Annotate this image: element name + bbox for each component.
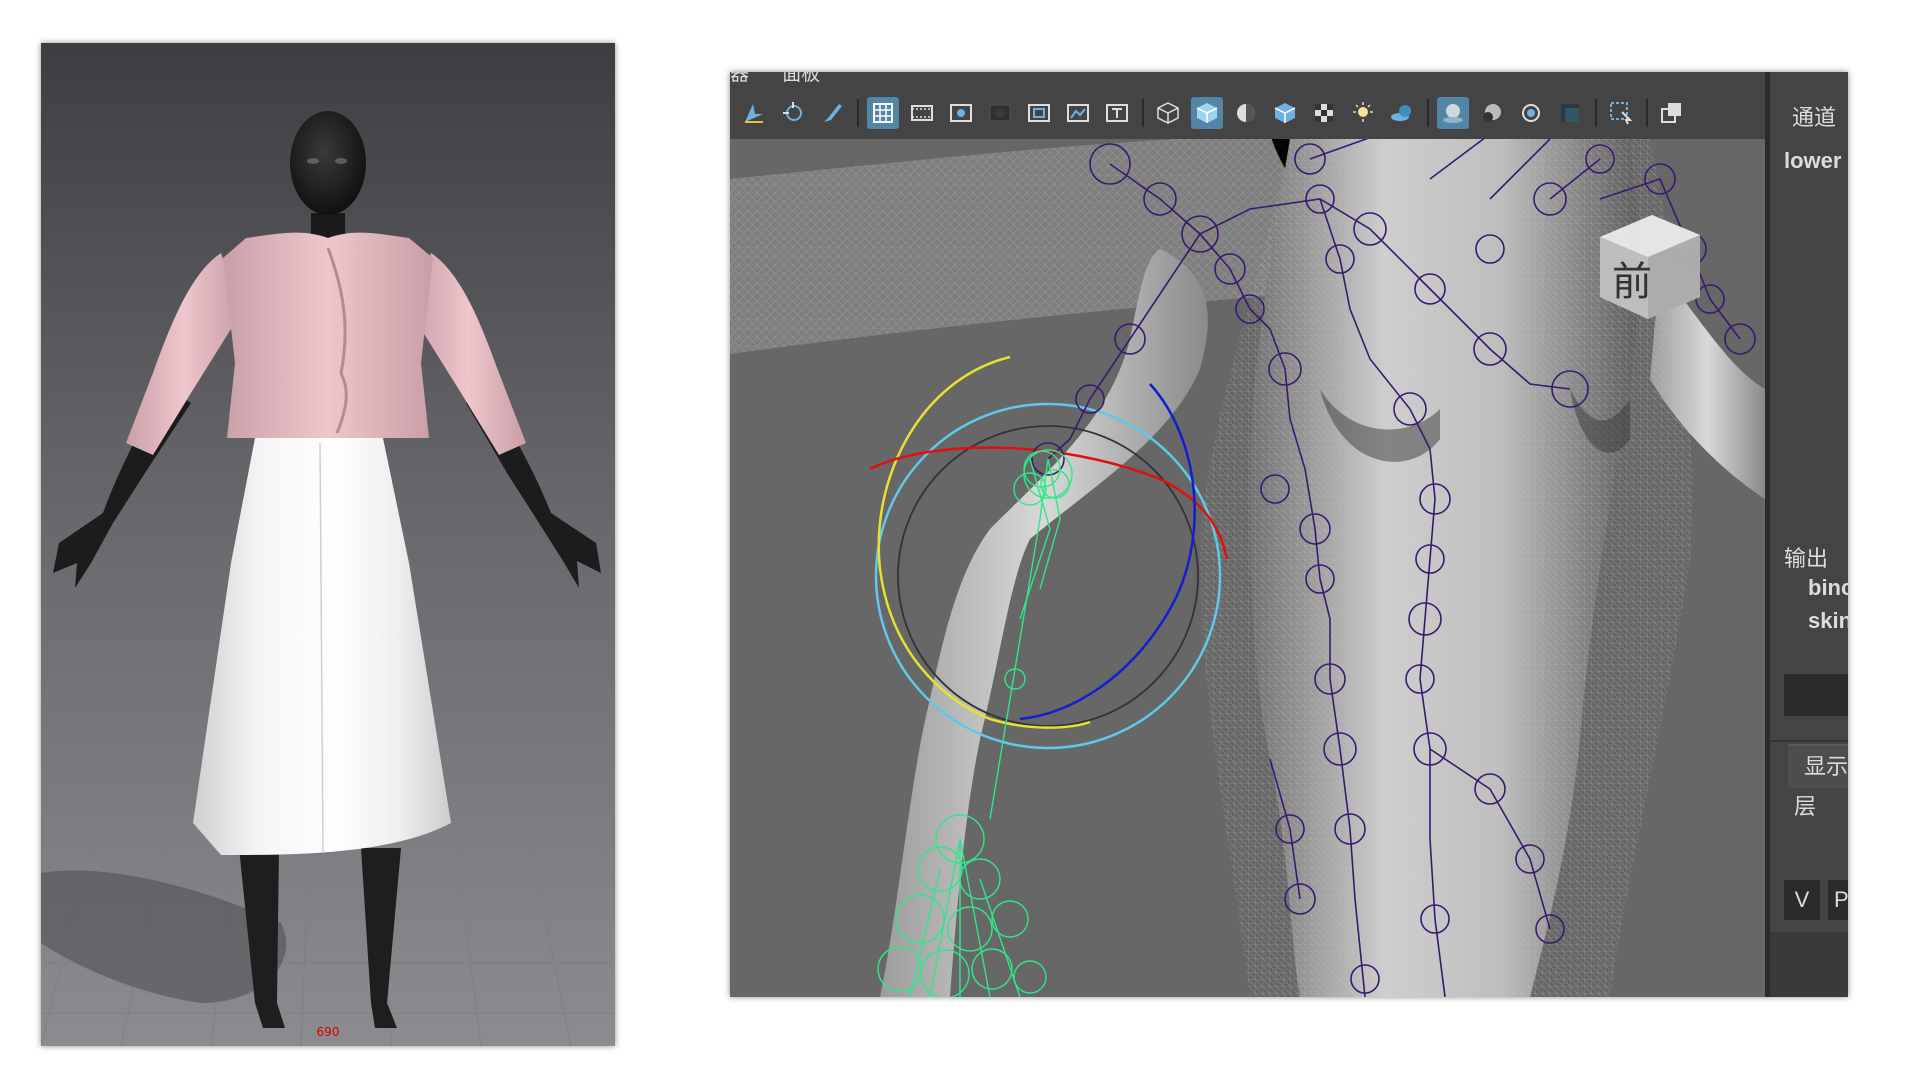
garment-preview-panel[interactable]: 690: [41, 43, 615, 1046]
maya-window: 器 面板 前 通道 lower 输出 binc skin 显示 层 V P: [730, 72, 1848, 997]
safe-action-icon[interactable]: [1062, 97, 1094, 129]
menu-item-panels[interactable]: 面板: [782, 72, 820, 84]
panel-divider[interactable]: [1770, 740, 1848, 742]
3d-viewport[interactable]: 前: [730, 139, 1765, 997]
output-item-skin[interactable]: skin: [1808, 608, 1848, 634]
xray-icon[interactable]: [1437, 97, 1469, 129]
tumble-camera-icon[interactable]: [777, 97, 809, 129]
toolbar-separator: [1646, 99, 1648, 127]
selected-node-name[interactable]: lower: [1784, 148, 1841, 174]
screen-space-ao-icon[interactable]: [1554, 97, 1586, 129]
wireframe-icon[interactable]: [1152, 97, 1184, 129]
viewport-scene: 前: [730, 139, 1765, 997]
paint-brush-icon[interactable]: [816, 97, 848, 129]
toolbar-separator: [1427, 99, 1429, 127]
tab-display-label: 显示: [1804, 754, 1848, 779]
channel-box: 通道 lower 输出 binc skin 显示 层 V P: [1770, 72, 1848, 997]
avatar-scene: [41, 111, 615, 1046]
field-chart-icon[interactable]: [1023, 97, 1055, 129]
select-camera-icon[interactable]: [738, 97, 770, 129]
toolbar-separator: [857, 99, 859, 127]
resolution-gate-icon[interactable]: [945, 97, 977, 129]
smooth-shade-icon[interactable]: [1191, 97, 1223, 129]
gate-mask-icon[interactable]: [984, 97, 1016, 129]
xray-active-components-icon[interactable]: [1476, 97, 1508, 129]
output-section-label: 输出: [1784, 546, 1829, 571]
size-label: 690: [316, 1025, 340, 1039]
layer-playback-button[interactable]: P: [1828, 880, 1848, 920]
toolbar-separator: [1142, 99, 1144, 127]
safe-title-icon[interactable]: [1101, 97, 1133, 129]
isolate-select-icon[interactable]: [1605, 97, 1637, 129]
menu-item-renderer[interactable]: 器: [730, 72, 749, 84]
toolbar-separator: [1595, 99, 1597, 127]
viewcube-face-label[interactable]: 前: [1612, 259, 1652, 305]
film-gate-icon[interactable]: [906, 97, 938, 129]
textured-icon[interactable]: [1308, 97, 1340, 129]
viewport-toolbar: [730, 90, 1765, 136]
panel-menu-bar: 器 面板: [730, 72, 1765, 90]
attribute-field[interactable]: [1784, 674, 1848, 716]
rotate-manipulator: [869, 355, 1229, 750]
layer-visibility-button[interactable]: V: [1784, 880, 1820, 920]
layer-list[interactable]: [1770, 932, 1848, 997]
grid-icon[interactable]: [867, 97, 899, 129]
two-side-lighting-icon[interactable]: [1656, 97, 1688, 129]
shadows-icon[interactable]: [1386, 97, 1418, 129]
xray-joints-icon[interactable]: [1515, 97, 1547, 129]
layers-label: 层: [1794, 794, 1817, 819]
tab-channels[interactable]: 通道: [1792, 100, 1836, 132]
output-item-bind[interactable]: binc: [1808, 575, 1848, 601]
default-material-icon[interactable]: [1230, 97, 1262, 129]
wireframe-on-shaded-icon[interactable]: [1269, 97, 1301, 129]
lights-icon[interactable]: [1347, 97, 1379, 129]
